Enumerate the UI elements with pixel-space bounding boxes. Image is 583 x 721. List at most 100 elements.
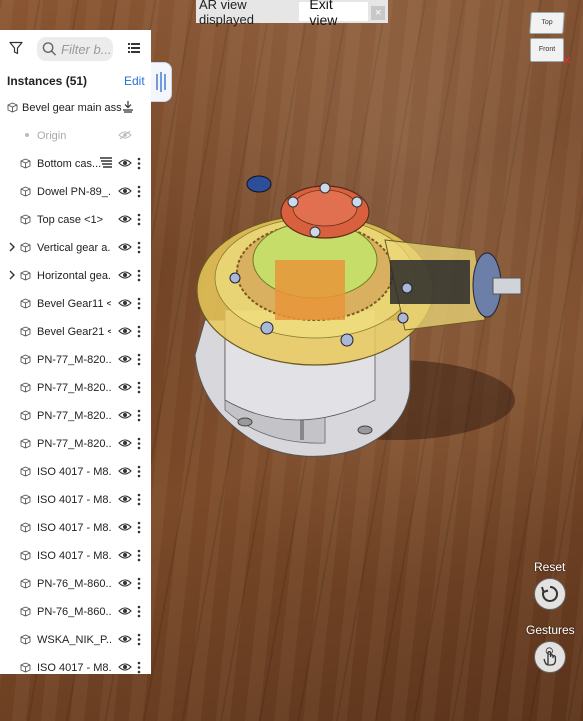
filter-icon[interactable] xyxy=(9,41,23,55)
search-icon xyxy=(42,42,57,56)
part-icon xyxy=(20,466,31,477)
gestures-button[interactable] xyxy=(534,641,566,673)
download-icon[interactable] xyxy=(122,100,134,113)
more-options-icon[interactable] xyxy=(137,409,141,422)
eye-icon[interactable] xyxy=(118,158,132,168)
eye-icon[interactable] xyxy=(118,606,132,616)
eye-icon[interactable] xyxy=(118,382,132,392)
reset-label: Reset xyxy=(534,560,566,574)
tree-item-label: Bevel Gear11 <... xyxy=(37,298,111,310)
tree-item-label: PN-76_M-860... xyxy=(37,606,111,618)
tree-item[interactable]: WSKA_NIK_P... xyxy=(0,626,151,654)
tree-item[interactable]: ISO 4017 - M8... xyxy=(0,486,151,514)
eye-icon[interactable] xyxy=(118,242,132,252)
eye-icon[interactable] xyxy=(118,270,132,280)
tree-item[interactable]: PN-76_M-860... xyxy=(0,570,151,598)
origin-dot-icon xyxy=(25,133,29,137)
part-icon xyxy=(20,242,31,253)
tree-item[interactable]: Top case <1> xyxy=(0,206,151,234)
part-icon xyxy=(20,214,31,225)
view-cube-front-face[interactable]: Front xyxy=(530,38,564,62)
gearbox-model[interactable] xyxy=(175,160,535,470)
tree-item[interactable]: Horizontal gea... xyxy=(0,262,151,290)
eye-icon[interactable] xyxy=(118,466,132,476)
tree-root-item[interactable]: Bevel gear main ass... xyxy=(0,94,151,122)
eye-hidden-icon[interactable] xyxy=(118,130,132,140)
tree-item[interactable]: Bevel Gear21 <... xyxy=(0,318,151,346)
tree-item[interactable]: PN-77_M-820... xyxy=(0,402,151,430)
eye-icon[interactable] xyxy=(118,410,132,420)
more-options-icon[interactable] xyxy=(137,577,141,590)
eye-icon[interactable] xyxy=(118,662,132,672)
panel-collapse-handle[interactable] xyxy=(151,62,172,102)
edit-button[interactable]: Edit xyxy=(124,74,145,88)
eye-icon[interactable] xyxy=(118,326,132,336)
eye-icon[interactable] xyxy=(118,354,132,364)
eye-icon[interactable] xyxy=(118,634,132,644)
more-options-icon[interactable] xyxy=(137,325,141,338)
tree-item[interactable]: Bevel Gear11 <... xyxy=(0,290,151,318)
more-options-icon[interactable] xyxy=(137,185,141,198)
eye-icon[interactable] xyxy=(118,494,132,504)
list-view-icon[interactable] xyxy=(128,42,140,54)
exit-view-button[interactable]: Exit view xyxy=(299,0,369,28)
more-options-icon[interactable] xyxy=(137,297,141,310)
view-cube[interactable]: Top Front xyxy=(527,10,571,64)
eye-icon[interactable] xyxy=(118,298,132,308)
tree-item-label: Bevel gear main ass... xyxy=(22,102,122,114)
assembly-icon xyxy=(7,102,18,113)
search-input[interactable] xyxy=(61,41,113,57)
eye-icon[interactable] xyxy=(118,550,132,560)
tree-item[interactable]: Dowel PN-89_... xyxy=(0,178,151,206)
tree-item[interactable]: PN-77_M-820... xyxy=(0,346,151,374)
more-options-icon[interactable] xyxy=(137,241,141,254)
more-options-icon[interactable] xyxy=(137,269,141,282)
more-options-icon[interactable] xyxy=(137,437,141,450)
more-options-icon[interactable] xyxy=(137,549,141,562)
more-options-icon[interactable] xyxy=(137,353,141,366)
tree-item[interactable]: ISO 4017 - M8... xyxy=(0,542,151,570)
close-icon: × xyxy=(371,6,386,20)
eye-icon[interactable] xyxy=(118,578,132,588)
more-options-icon[interactable] xyxy=(137,661,141,674)
eye-icon[interactable] xyxy=(118,214,132,224)
tree-item[interactable]: ISO 4017 - M8... xyxy=(0,654,151,674)
part-icon xyxy=(20,438,31,449)
part-icon xyxy=(20,662,31,673)
more-options-icon[interactable] xyxy=(137,521,141,534)
more-options-icon[interactable] xyxy=(137,465,141,478)
eye-icon[interactable] xyxy=(118,186,132,196)
more-options-icon[interactable] xyxy=(137,157,141,170)
eye-icon[interactable] xyxy=(118,522,132,532)
tree-item[interactable]: Origin xyxy=(0,122,151,150)
more-options-icon[interactable] xyxy=(137,493,141,506)
more-options-icon[interactable] xyxy=(137,633,141,646)
more-options-icon[interactable] xyxy=(137,213,141,226)
hand-gesture-icon xyxy=(543,647,557,666)
reset-button[interactable] xyxy=(534,578,566,610)
tree-item[interactable]: Bottom cas... xyxy=(0,150,151,178)
resize-handle-icon xyxy=(156,72,166,92)
part-icon xyxy=(20,578,31,589)
tree-item[interactable]: Vertical gear a... xyxy=(0,234,151,262)
part-icon xyxy=(20,550,31,561)
tree-item-label: ISO 4017 - M8... xyxy=(37,494,111,506)
part-icon xyxy=(20,186,31,197)
tree-item[interactable]: PN-77_M-820... xyxy=(0,430,151,458)
close-ar-bar-button[interactable]: × xyxy=(368,3,388,20)
more-options-icon[interactable] xyxy=(137,605,141,618)
chevron-right-icon[interactable] xyxy=(8,270,16,280)
tree-item-label: PN-77_M-820... xyxy=(37,382,111,394)
tree-item[interactable]: PN-76_M-860... xyxy=(0,598,151,626)
search-field[interactable] xyxy=(37,37,113,61)
eye-icon[interactable] xyxy=(118,438,132,448)
more-options-icon[interactable] xyxy=(137,381,141,394)
tree-item-label: Origin xyxy=(37,130,67,142)
tree-item[interactable]: PN-77_M-820... xyxy=(0,374,151,402)
hatch-section-icon xyxy=(100,157,112,168)
tree-item[interactable]: ISO 4017 - M8... xyxy=(0,514,151,542)
tree-item[interactable]: ISO 4017 - M8... xyxy=(0,458,151,486)
chevron-right-icon[interactable] xyxy=(8,242,16,252)
tree-item-label: Vertical gear a... xyxy=(37,242,111,254)
view-cube-top-face[interactable]: Top xyxy=(529,12,565,34)
